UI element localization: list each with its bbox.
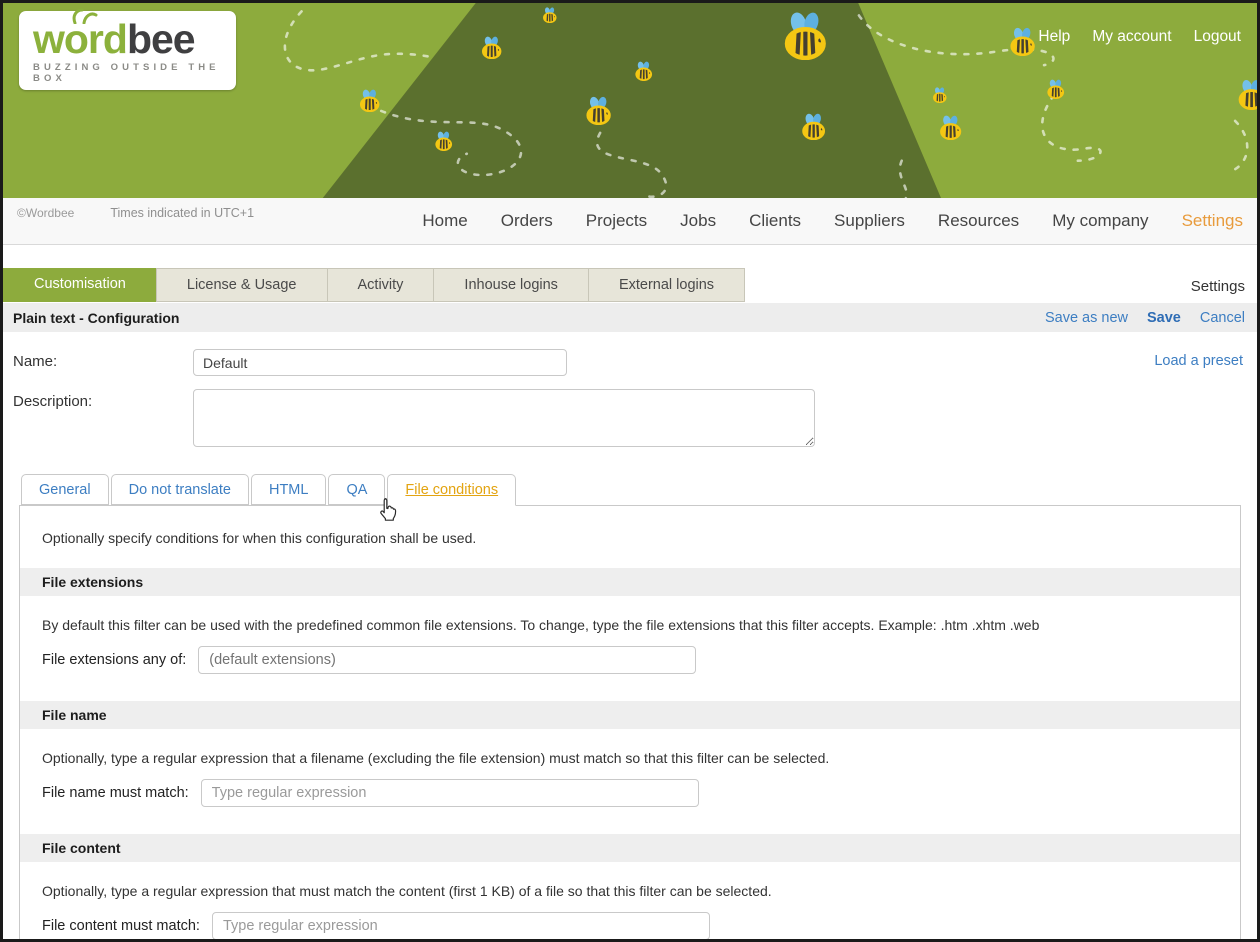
logo-tagline: BUZZING OUTSIDE THE BOX	[33, 62, 236, 84]
name-input[interactable]	[193, 349, 567, 376]
section-desc-file-extensions: By default this filter can be used with …	[20, 596, 1240, 644]
config-header-bar: Plain text - Configuration Save as new S…	[3, 303, 1257, 332]
subtab-general[interactable]: General	[21, 474, 109, 505]
bee-icon	[799, 113, 829, 140]
wordbee-logo: wordbee BUZZING OUTSIDE THE BOX	[19, 11, 236, 90]
section-header-file-content: File content	[20, 834, 1240, 862]
page-title: Plain text - Configuration	[3, 310, 179, 326]
save-as-new-button[interactable]: Save as new	[1045, 310, 1128, 326]
app-window: wordbee BUZZING OUTSIDE THE BOX Help My …	[0, 0, 1260, 942]
cancel-button[interactable]: Cancel	[1200, 310, 1245, 326]
name-row: Name: Load a preset	[13, 349, 1245, 376]
bee-icon	[1007, 27, 1039, 56]
tab-license-usage[interactable]: License & Usage	[156, 268, 328, 302]
file-name-label: File name must match:	[42, 785, 189, 801]
account-links: Help My account Logout	[1038, 28, 1241, 46]
logout-link[interactable]: Logout	[1194, 28, 1241, 46]
section-desc-file-content: Optionally, type a regular expression th…	[20, 862, 1240, 910]
description-row: Description:	[13, 389, 1245, 447]
tab-external-logins[interactable]: External logins	[588, 268, 745, 302]
subtab-do-not-translate[interactable]: Do not translate	[111, 474, 249, 505]
nav-links: Home Orders Projects Jobs Clients Suppli…	[422, 211, 1243, 231]
file-conditions-panel: Optionally specify conditions for when t…	[19, 505, 1241, 942]
file-extensions-label: File extensions any of:	[42, 652, 186, 668]
nav-item-clients[interactable]: Clients	[749, 211, 801, 231]
config-form: Name: Load a preset Description:	[3, 332, 1257, 447]
settings-tab-bar: Customisation License & Usage Activity I…	[3, 268, 1257, 302]
nav-item-home[interactable]: Home	[422, 211, 467, 231]
tab-activity[interactable]: Activity	[327, 268, 435, 302]
section-desc-file-name: Optionally, type a regular expression th…	[20, 729, 1240, 777]
nav-item-orders[interactable]: Orders	[501, 211, 553, 231]
logo-bee: bee	[127, 16, 195, 62]
bee-icon	[1045, 79, 1067, 99]
nav-item-resources[interactable]: Resources	[938, 211, 1019, 231]
load-preset-link[interactable]: Load a preset	[1154, 353, 1243, 369]
bee-icon	[931, 87, 949, 103]
filter-subtab-bar: General Do not translate HTML QA File co…	[3, 474, 1257, 505]
file-extensions-row: File extensions any of:	[20, 644, 1240, 701]
description-textarea[interactable]	[193, 389, 815, 447]
description-label: Description:	[13, 389, 193, 447]
header-banner: wordbee BUZZING OUTSIDE THE BOX Help My …	[3, 3, 1257, 198]
mouse-cursor-icon	[377, 497, 399, 523]
bee-icon	[937, 115, 965, 140]
bee-icon	[357, 89, 383, 112]
bee-icon	[433, 131, 455, 151]
bee-icon	[583, 96, 615, 125]
timezone-note: Times indicated in UTC+1	[110, 206, 254, 220]
section-header-file-extensions: File extensions	[20, 568, 1240, 596]
nav-item-my-company[interactable]: My company	[1052, 211, 1148, 231]
config-actions: Save as new Save Cancel	[1045, 310, 1257, 326]
nav-item-settings[interactable]: Settings	[1182, 211, 1243, 231]
file-content-label: File content must match:	[42, 918, 200, 934]
tab-customisation[interactable]: Customisation	[3, 268, 157, 302]
save-button[interactable]: Save	[1147, 310, 1181, 326]
nav-item-projects[interactable]: Projects	[586, 211, 647, 231]
logo-text: wordbee	[33, 17, 236, 61]
settings-breadcrumb-label: Settings	[1191, 272, 1257, 302]
bee-icon	[779, 11, 833, 60]
subtab-html[interactable]: HTML	[251, 474, 326, 505]
nav-item-suppliers[interactable]: Suppliers	[834, 211, 905, 231]
subtab-file-conditions[interactable]: File conditions	[387, 474, 516, 506]
my-account-link[interactable]: My account	[1092, 28, 1171, 46]
section-header-file-name: File name	[20, 701, 1240, 729]
bee-icon	[479, 36, 505, 59]
panel-intro-text: Optionally specify conditions for when t…	[20, 506, 1240, 568]
bee-icon	[541, 7, 559, 23]
navbar-meta: ©Wordbee Times indicated in UTC+1	[17, 206, 254, 220]
nav-item-jobs[interactable]: Jobs	[680, 211, 716, 231]
file-name-input[interactable]	[201, 779, 699, 807]
file-content-row: File content must match:	[20, 910, 1240, 942]
bee-icon	[633, 61, 655, 81]
help-link[interactable]: Help	[1038, 28, 1070, 46]
main-navbar: ©Wordbee Times indicated in UTC+1 Home O…	[3, 198, 1257, 245]
logo-antennae-icon	[70, 8, 98, 24]
bee-icon	[1235, 79, 1257, 110]
tab-inhouse-logins[interactable]: Inhouse logins	[433, 268, 589, 302]
copyright-text: ©Wordbee	[17, 206, 74, 220]
file-name-row: File name must match:	[20, 777, 1240, 834]
file-content-input[interactable]	[212, 912, 710, 940]
file-extensions-input[interactable]	[198, 646, 696, 674]
name-label: Name:	[13, 349, 193, 376]
